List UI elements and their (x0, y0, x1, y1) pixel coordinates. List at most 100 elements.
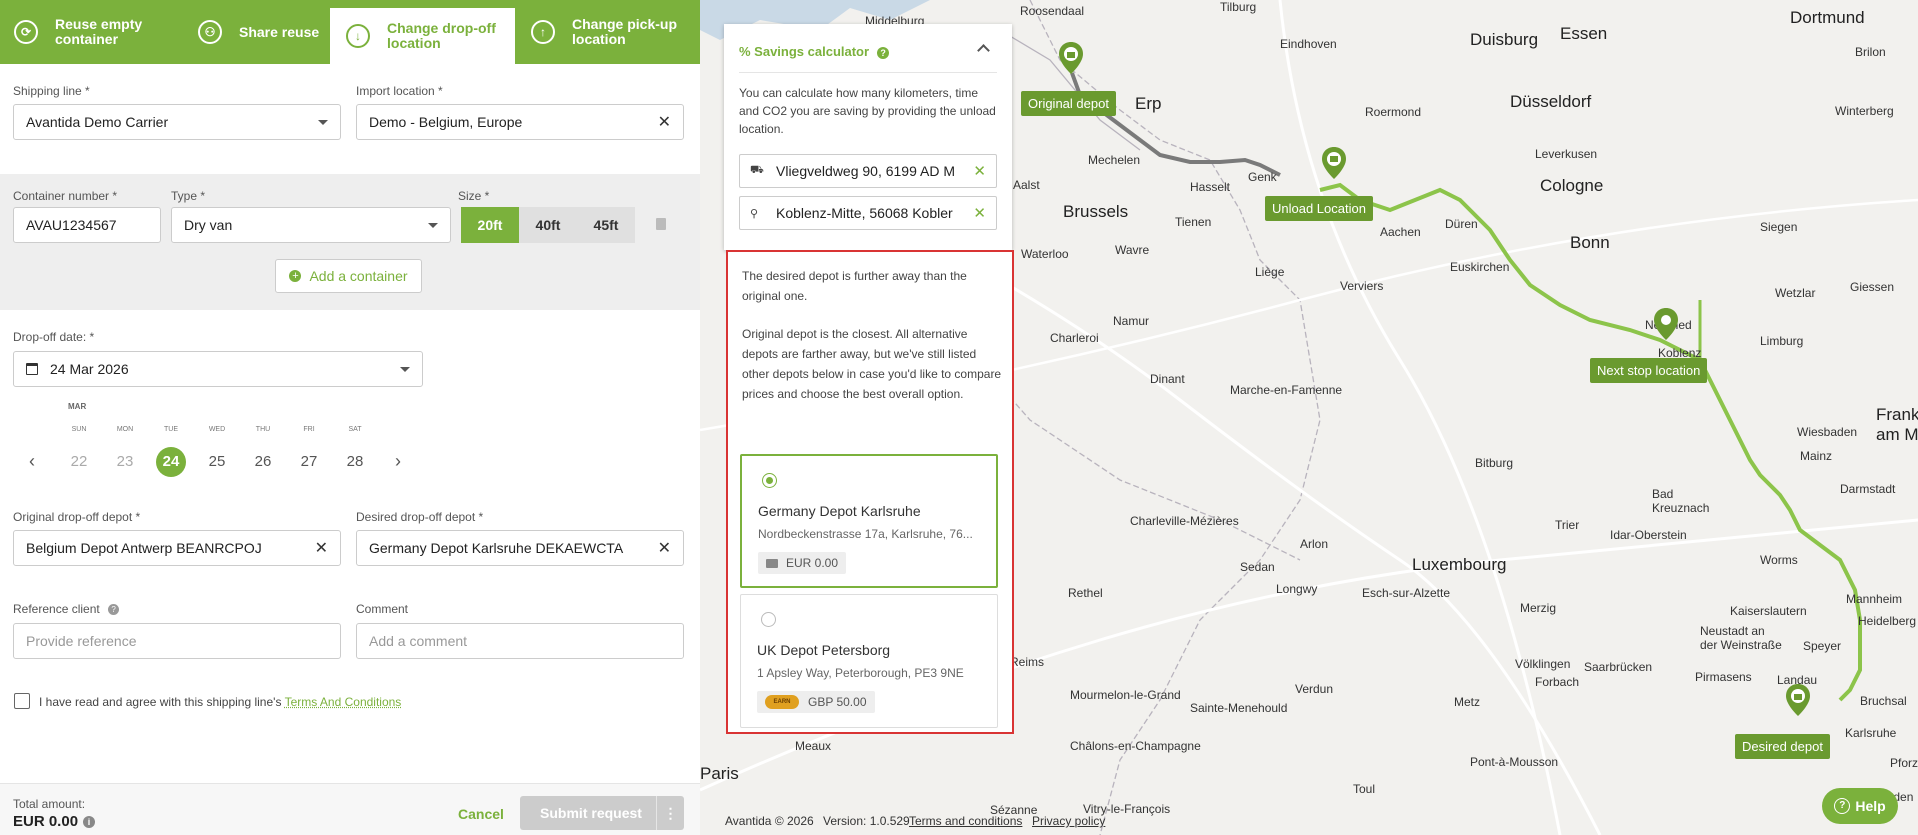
submit-request-button[interactable]: Submit request ⋮ (520, 796, 684, 830)
city-label: Namur (1113, 314, 1150, 328)
city-label: Pirmasens (1695, 670, 1752, 684)
reference-input[interactable]: Provide reference (13, 623, 341, 659)
map-pin-icon[interactable] (1785, 683, 1811, 717)
weekday-sun: SUN (71, 426, 87, 433)
clear-icon[interactable]: ✕ (973, 162, 986, 180)
city-label: Bad Kreuznach (1652, 487, 1710, 515)
total-amount: EUR 0.00 (13, 813, 79, 830)
weekday-mon: MON (116, 426, 134, 433)
city-label: Neustadt an der Weinstraße (1700, 624, 1782, 652)
depot-option-card[interactable]: Germany Depot Karlsruhe Nordbeckenstrass… (740, 454, 998, 588)
depot-price: EUR 0.00 (786, 556, 839, 570)
calendar-day[interactable]: 22 (64, 447, 94, 477)
tab-share-reuse[interactable]: ⚇ Share reuse (184, 0, 330, 64)
city-label: Essen (1560, 24, 1608, 43)
next-stop-address-value: Koblenz-Mitte, 56068 Kobler (776, 205, 953, 221)
tab-change-pick-up-location[interactable]: ↑ Change pick-up location (515, 0, 700, 64)
chevron-left-icon[interactable]: ‹ (29, 451, 35, 472)
city-label: Winterberg (1835, 104, 1894, 118)
type-select[interactable]: Dry van (171, 207, 451, 243)
import-location-select[interactable]: Demo - Belgium, Europe ✕ (356, 104, 684, 140)
city-label: Saarbrücken (1584, 660, 1653, 674)
city-label: Frankfurtam Main (1876, 405, 1918, 444)
desired-depot-value: Germany Depot Karlsruhe DEKAEWCTA (369, 540, 624, 556)
privacy-policy-link[interactable]: Privacy policy (1032, 814, 1105, 828)
container-number-input[interactable]: AVAU1234567 (13, 207, 161, 243)
shipping-line-value: Avantida Demo Carrier (26, 114, 169, 130)
map-pin-icon[interactable] (1321, 146, 1347, 180)
city-label: Merzig (1520, 601, 1557, 615)
city-label: Speyer (1803, 639, 1842, 653)
marker-label-desired-depot[interactable]: Desired depot (1735, 734, 1830, 759)
next-stop-address-input[interactable]: ⚲ Koblenz-Mitte, 56068 Kobler ✕ (739, 196, 997, 230)
terms-checkbox[interactable] (14, 693, 30, 709)
chevron-up-icon[interactable] (977, 44, 990, 57)
city-label: Paris (700, 764, 739, 783)
help-icon[interactable]: ? (108, 604, 120, 616)
calendar-month: MAR (68, 402, 87, 411)
clear-icon[interactable]: ✕ (973, 204, 986, 222)
size-40ft-button[interactable]: 40ft (519, 207, 577, 243)
map-pin-icon[interactable] (1058, 41, 1084, 75)
tab-change-drop-off-location[interactable]: ↓ Change drop-off location (330, 0, 515, 64)
map-pin-icon[interactable] (1653, 307, 1679, 341)
cancel-button[interactable]: Cancel (458, 806, 504, 822)
city-label: Mourmelon-le-Grand (1070, 688, 1181, 702)
marker-label-unload-location[interactable]: Unload Location (1265, 196, 1373, 221)
calendar-day[interactable]: 28 (340, 447, 370, 477)
unload-address-value: Vliegveldweg 90, 6199 AD M (776, 163, 955, 179)
desired-depot-select[interactable]: Germany Depot Karlsruhe DEKAEWCTA ✕ (356, 530, 684, 566)
closest-depot-notice: Original depot is the closest. All alter… (742, 327, 1002, 401)
city-label: Mannheim (1846, 592, 1903, 606)
people-icon: ⚇ (198, 20, 222, 44)
city-label: Luxembourg (1412, 555, 1507, 574)
more-options-icon[interactable]: ⋮ (656, 796, 684, 830)
city-label: Forbach (1535, 675, 1580, 689)
size-20ft-button[interactable]: 20ft (461, 207, 519, 243)
depot-option-card[interactable]: UK Depot Petersborg 1 Apsley Way, Peterb… (740, 594, 998, 728)
calendar-day[interactable]: 26 (248, 447, 278, 477)
marker-label-next-stop-location[interactable]: Next stop location (1590, 358, 1708, 383)
city-label: Verviers (1340, 279, 1384, 293)
help-icon[interactable]: ? (877, 47, 890, 59)
city-label: Dortmund (1790, 8, 1865, 27)
original-depot-select[interactable]: Belgium Depot Antwerp BEANRCPOJ ✕ (13, 530, 341, 566)
unload-address-input[interactable]: ⛟ Vliegveldweg 90, 6199 AD M ✕ (739, 154, 997, 188)
size-label: Size * (458, 189, 490, 203)
depot-radio[interactable] (761, 612, 776, 627)
calendar-day[interactable]: 23 (110, 447, 140, 477)
savings-calculator: % Savings calculator? You can calculate … (724, 24, 1012, 250)
calendar-day[interactable]: 27 (294, 447, 324, 477)
calendar-day-selected[interactable]: 24 (156, 447, 186, 477)
clear-icon[interactable]: ✕ (658, 112, 671, 132)
tab-reuse-empty-container[interactable]: ⟳ Reuse empty container (0, 0, 184, 64)
calendar-day[interactable]: 25 (202, 447, 232, 477)
clear-icon[interactable]: ✕ (315, 538, 328, 558)
import-location-value: Demo - Belgium, Europe (369, 114, 523, 130)
plus-icon: + (289, 270, 302, 282)
trash-icon[interactable] (656, 218, 666, 230)
help-button[interactable]: ? Help (1822, 788, 1898, 824)
add-container-button[interactable]: + Add a container (275, 259, 422, 293)
city-label: Siegen (1760, 220, 1798, 234)
city-label: Cologne (1540, 176, 1604, 195)
depot-address: 1 Apsley Way, Peterborough, PE3 9NE (757, 666, 964, 680)
marker-label-original-depot[interactable]: Original depot (1021, 91, 1116, 116)
comment-input[interactable]: Add a comment (356, 623, 684, 659)
info-icon[interactable]: i (83, 816, 96, 829)
terms-text: I have read and agree with this shipping… (39, 695, 401, 709)
depot-address: Nordbeckenstrasse 17a, Karlsruhe, 76... (758, 527, 973, 541)
depot-radio[interactable] (762, 473, 777, 488)
terms-link[interactable]: Terms And Conditions (285, 695, 402, 709)
terms-and-conditions-link[interactable]: Terms and conditions (909, 814, 1022, 828)
chevron-down-icon (318, 119, 328, 125)
shipping-line-select[interactable]: Avantida Demo Carrier (13, 104, 341, 140)
form-footer: Total amount: EUR 0.00 i Cancel Submit re… (0, 783, 700, 835)
chevron-right-icon[interactable]: › (395, 451, 401, 472)
dropoff-date-picker[interactable]: 24 Mar 2026 (13, 351, 423, 387)
savings-calculator-title[interactable]: % Savings calculator? (739, 44, 890, 59)
clear-icon[interactable]: ✕ (658, 538, 671, 558)
size-45ft-button[interactable]: 45ft (577, 207, 635, 243)
city-label: Tilburg (1220, 0, 1257, 14)
city-label: Bruchsal (1860, 694, 1907, 708)
